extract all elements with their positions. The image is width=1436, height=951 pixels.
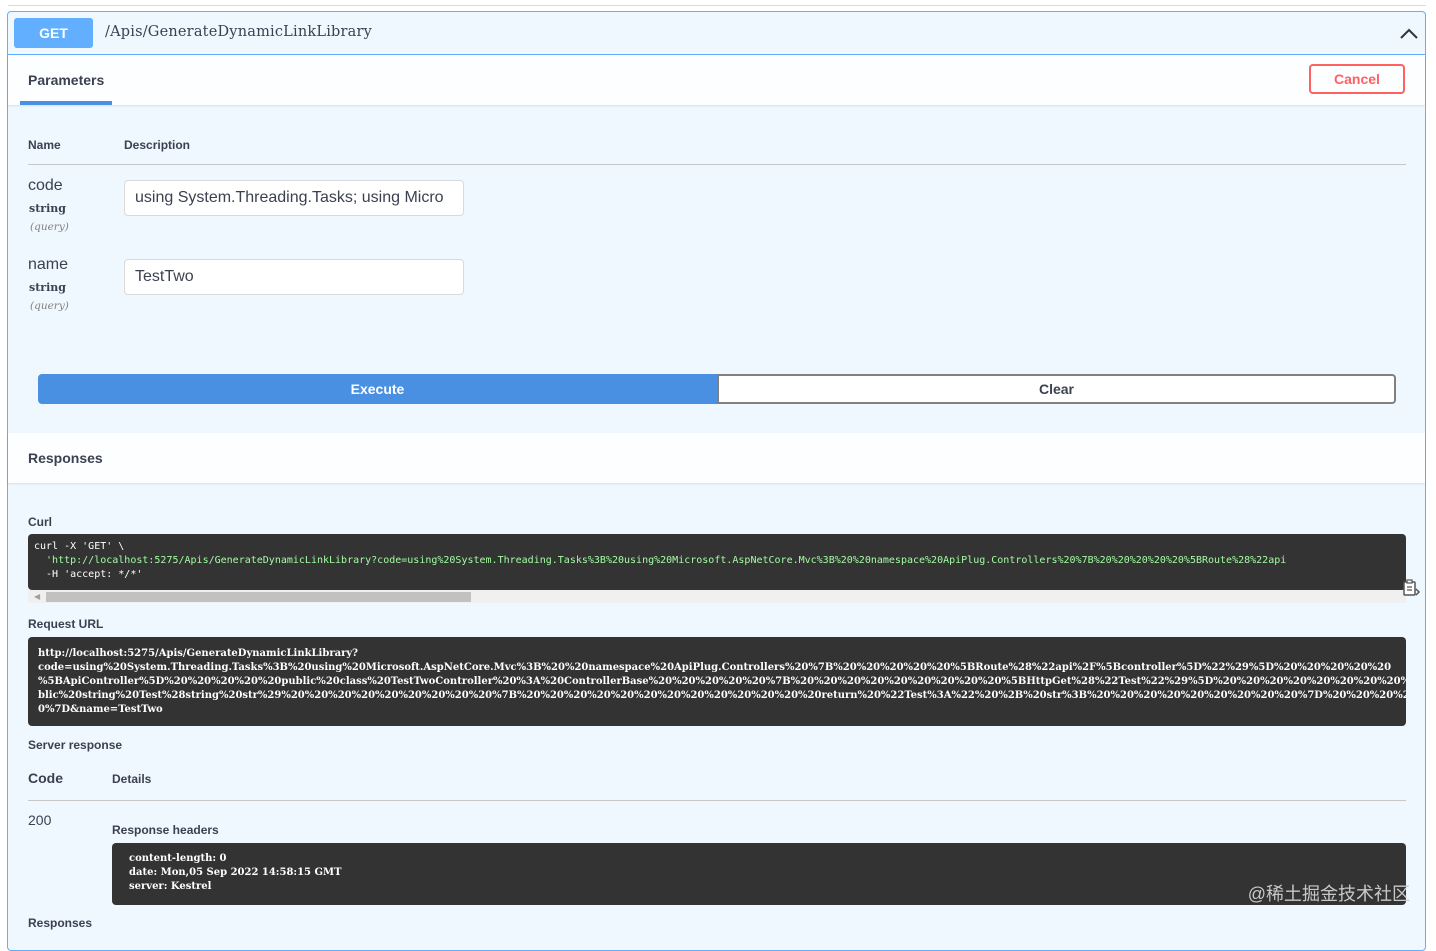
responses-title: Responses <box>28 450 103 466</box>
execute-wrapper: Execute Clear <box>38 374 1396 404</box>
param-type-name: string <box>29 281 66 294</box>
status-code: 200 <box>28 812 52 828</box>
cancel-button[interactable]: Cancel <box>1309 64 1405 94</box>
request-url-label: Request URL <box>28 617 104 631</box>
copy-to-clipboard-icon[interactable] <box>1401 578 1421 598</box>
curl-line-2: 'http://localhost:5275/Apis/GenerateDyna… <box>34 555 1287 566</box>
endpoint-path: /Apis/GenerateDynamicLinkLibrary <box>105 24 373 40</box>
tab-parameters[interactable]: Parameters <box>20 55 113 105</box>
clear-button[interactable]: Clear <box>717 374 1396 404</box>
name-input[interactable] <box>124 259 464 295</box>
horizontal-scrollbar[interactable]: ◀ <box>28 590 1406 603</box>
param-type-code: string <box>29 202 66 215</box>
scroll-left-arrow-icon[interactable]: ◀ <box>34 592 40 601</box>
response-headers: content-length: 0 date: Mon,05 Sep 2022 … <box>112 843 1406 905</box>
watermark: @稀土掘金技术社区 <box>1247 884 1410 904</box>
method-badge: GET <box>14 18 93 48</box>
param-location-code: (query) <box>30 221 69 233</box>
scroll-thumb[interactable] <box>46 592 471 602</box>
parameters-header: Parameters Cancel <box>8 55 1425 105</box>
curl-line-3: -H 'accept: */*' <box>34 569 143 580</box>
responses-header: Responses <box>8 433 1425 483</box>
request-url: http://localhost:5275/Apis/GenerateDynam… <box>28 637 1406 726</box>
code-column-header: Code <box>28 770 63 786</box>
column-header-name: Name <box>28 138 61 152</box>
response-headers-label: Response headers <box>112 823 219 837</box>
column-header-description: Description <box>124 138 191 152</box>
operation-summary[interactable]: GET /Apis/GenerateDynamicLinkLibrary <box>8 12 1425 55</box>
curl-label: Curl <box>28 515 52 529</box>
param-location-name: (query) <box>30 300 69 312</box>
code-input[interactable] <box>124 180 464 216</box>
execute-button[interactable]: Execute <box>38 374 717 404</box>
curl-line-1: curl -X 'GET' \ <box>34 541 125 552</box>
param-name-name: name <box>28 256 69 273</box>
chevron-up-icon[interactable] <box>1399 26 1419 40</box>
details-column-header: Details <box>112 772 152 786</box>
param-name-code: code <box>28 177 63 194</box>
response-divider <box>28 800 1406 801</box>
operation-block: GET /Apis/GenerateDynamicLinkLibrary Par… <box>7 11 1426 951</box>
header-divider <box>28 164 1406 165</box>
curl-command[interactable]: curl -X 'GET' \ 'http://localhost:5275/A… <box>28 534 1406 590</box>
top-divider <box>8 5 1426 6</box>
server-response-label: Server response <box>28 738 123 752</box>
responses-bottom-label: Responses <box>28 916 93 930</box>
